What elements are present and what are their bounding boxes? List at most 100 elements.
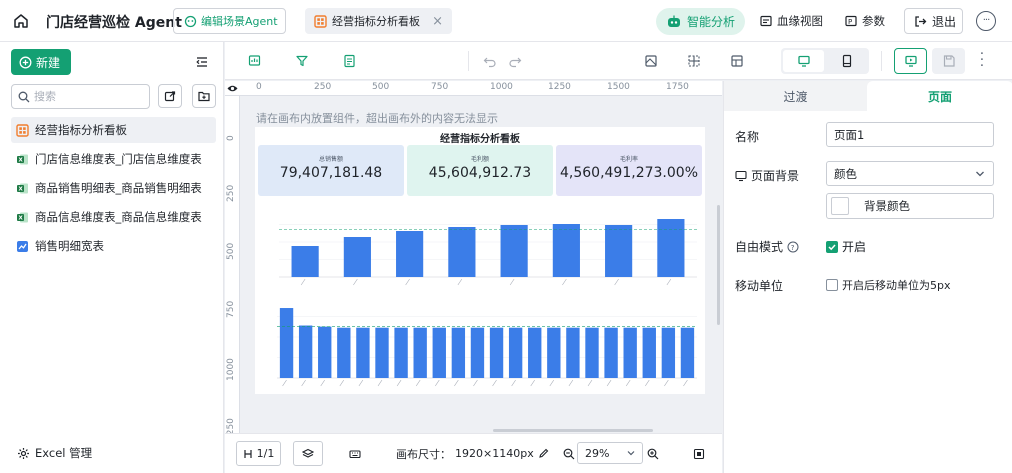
sidebar-item-dashboard[interactable]: 经营指标分析看板 xyxy=(11,117,216,143)
free-mode-toggle[interactable]: 开启 xyxy=(826,238,866,255)
params-button[interactable]: P 参数 xyxy=(845,8,885,34)
sidebar-item-store-info[interactable]: X 门店信息维度表_门店信息维度表 xyxy=(11,146,216,172)
dashboard-icon xyxy=(314,14,327,28)
import-button[interactable] xyxy=(158,84,182,108)
chart-bar xyxy=(528,327,542,378)
exit-button[interactable]: 退出 xyxy=(904,8,963,34)
chart-bar xyxy=(489,327,504,378)
smart-analysis-button[interactable]: 智能分析 xyxy=(656,8,745,35)
layers-button[interactable] xyxy=(293,441,323,466)
close-icon[interactable]: × xyxy=(432,14,443,29)
move-unit-label: 移动单位 xyxy=(735,277,783,294)
horizontal-scrollbar[interactable] xyxy=(493,429,653,432)
add-text-icon[interactable] xyxy=(342,53,358,69)
zoom-out-icon[interactable] xyxy=(562,441,576,466)
layers-icon xyxy=(302,448,314,460)
color-swatch[interactable] xyxy=(831,197,849,215)
horizontal-ruler: 0 250 500 750 1000 1250 1500 1750 xyxy=(225,81,722,96)
kpi-card[interactable]: 总销售额 79,407,181.48 xyxy=(258,145,404,196)
x-tick-mark xyxy=(320,379,325,387)
new-label: 新建 xyxy=(36,55,61,70)
page-background-label-text: 页面背景 xyxy=(751,169,800,183)
chart-bar xyxy=(623,327,637,378)
add-chart-icon[interactable] xyxy=(247,53,263,69)
keyboard-button[interactable] xyxy=(345,441,365,466)
sidebar-item-sales-wide[interactable]: 销售明细宽表 xyxy=(11,233,216,259)
kpi-card[interactable]: 毛利额 45,604,912.73 xyxy=(407,145,553,196)
redo-icon[interactable] xyxy=(507,53,523,69)
checkbox-checked-icon[interactable] xyxy=(826,240,838,253)
add-filter-icon[interactable] xyxy=(294,53,310,69)
kpi-value: 4,560,491,273.00% xyxy=(560,165,698,181)
tab-page[interactable]: 页面 xyxy=(867,81,1012,111)
kpi-value: 45,604,912.73 xyxy=(428,165,532,181)
grid-icon[interactable] xyxy=(686,53,702,69)
save-button[interactable] xyxy=(932,48,965,74)
layout-icon[interactable] xyxy=(729,53,745,69)
kpi-card[interactable]: 毛利率 4,560,491,273.00% xyxy=(556,145,702,196)
canvas-area[interactable]: 0 250 500 750 1000 1250 1500 1750 0 250 … xyxy=(225,81,722,433)
ruler-tick-label: 1000 xyxy=(490,82,513,92)
zoom-select[interactable]: 29% xyxy=(577,442,643,464)
sidebar-item-product-sales[interactable]: X 商品销售明细表_商品销售明细表 xyxy=(11,175,216,201)
chart-bar xyxy=(375,327,389,378)
pencil-icon[interactable] xyxy=(538,448,549,459)
fit-screen-icon[interactable] xyxy=(692,441,706,466)
edit-agent-button[interactable]: 编辑场景Agent xyxy=(173,8,286,34)
canvas-size-value: 1920×1140px xyxy=(455,447,534,460)
toolbar-more-icon[interactable]: · · · xyxy=(977,48,987,73)
bar-chart-bottom[interactable] xyxy=(257,290,703,390)
sidebar-item-product-info[interactable]: X 商品信息维度表_商品信息维度表 xyxy=(11,204,216,230)
free-mode-value: 开启 xyxy=(842,240,867,254)
page-background-label: 页面背景 xyxy=(735,167,799,184)
tab-dashboard[interactable]: 经营指标分析看板 × xyxy=(305,8,452,34)
chart-bar xyxy=(566,327,580,378)
x-tick-mark xyxy=(614,278,619,286)
eye-icon[interactable] xyxy=(227,83,238,94)
robot-icon xyxy=(666,14,682,30)
move-unit-option: 开启后移动单位为5px xyxy=(842,279,951,292)
background-color-picker[interactable]: 背景颜色 xyxy=(826,193,994,219)
new-folder-button[interactable] xyxy=(192,84,216,108)
chart-bar xyxy=(470,327,485,378)
collapse-sidebar-icon[interactable] xyxy=(194,54,210,70)
gear-icon xyxy=(17,447,30,460)
excel-manage-button[interactable]: Excel 管理 xyxy=(17,445,92,461)
kpi-label: 毛利率 xyxy=(619,156,638,163)
dashboard-page[interactable]: 经营指标分析看板 总销售额 79,407,181.48 毛利额 45,604,9… xyxy=(255,127,705,394)
chart-bar xyxy=(448,227,476,277)
x-tick-mark xyxy=(339,379,345,387)
undo-icon[interactable] xyxy=(482,53,498,69)
new-button[interactable]: 新建 xyxy=(11,49,71,75)
desktop-view-button[interactable] xyxy=(783,50,824,72)
tab-transition[interactable]: 过渡 xyxy=(724,81,867,111)
vertical-scrollbar[interactable] xyxy=(717,205,720,325)
page-name-input[interactable]: 页面1 xyxy=(826,122,994,147)
ruler-tick-label: 750 xyxy=(431,82,449,92)
edit-agent-label: 编辑场景Agent xyxy=(201,15,278,28)
home-icon[interactable] xyxy=(12,12,30,30)
excel-icon: X xyxy=(16,153,29,166)
help-icon[interactable]: ? xyxy=(787,241,799,253)
search-input[interactable] xyxy=(34,90,134,103)
bar-chart-top[interactable] xyxy=(257,201,703,287)
chart-bar xyxy=(318,326,332,378)
move-unit-toggle[interactable]: 开启后移动单位为5px xyxy=(826,277,951,293)
preview-button[interactable] xyxy=(894,48,927,74)
more-menu-icon[interactable]: ··· xyxy=(976,11,996,31)
page-switcher[interactable]: 1/1 xyxy=(236,441,281,466)
lineage-view-button[interactable]: 血缘视图 xyxy=(760,8,823,34)
canvas-hint: 请在画布内放置组件，超出画布外的内容无法显示 xyxy=(256,112,498,125)
x-tick-mark xyxy=(457,278,463,286)
chart-bar xyxy=(337,327,351,378)
checkbox-unchecked-icon[interactable] xyxy=(826,279,838,291)
zoom-in-icon[interactable] xyxy=(646,441,660,466)
mobile-view-button[interactable] xyxy=(826,50,867,72)
chart-bar xyxy=(396,231,424,277)
theme-icon[interactable] xyxy=(643,53,659,69)
x-tick-mark xyxy=(625,379,631,387)
exit-label: 退出 xyxy=(932,14,957,29)
ruler-tick-label: 1250 xyxy=(548,82,571,92)
background-type-select[interactable]: 颜色 xyxy=(826,161,994,186)
chart-bar xyxy=(500,225,528,277)
